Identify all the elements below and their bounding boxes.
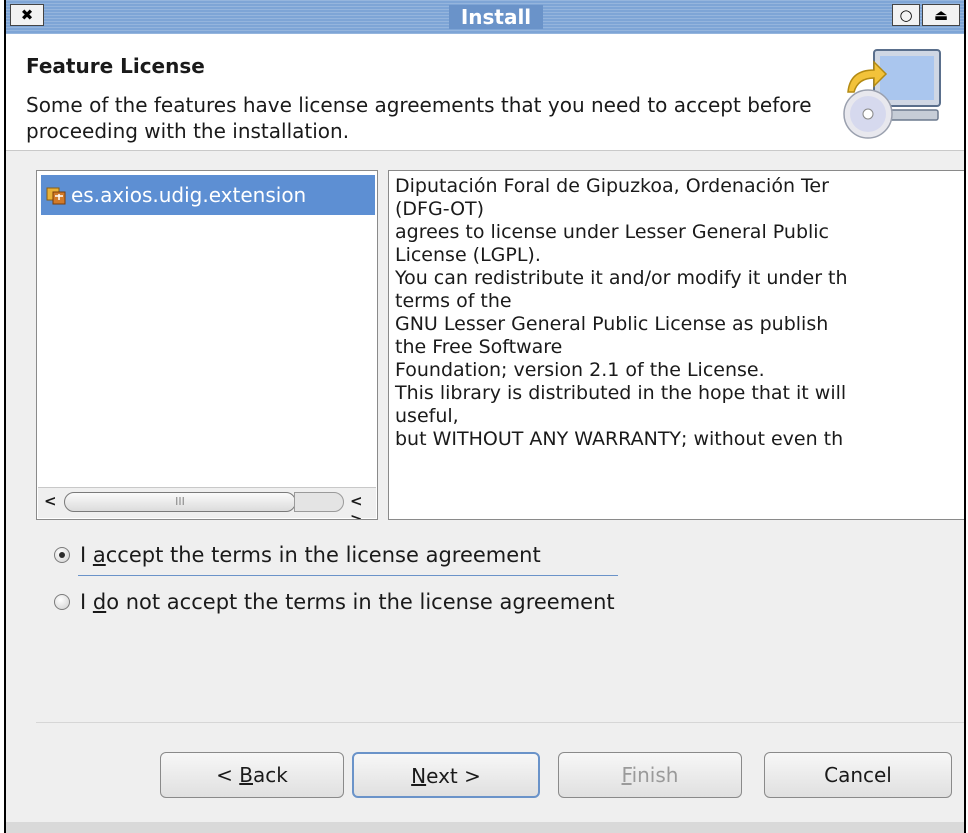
decline-license-label: I do not accept the terms in the license…	[80, 590, 615, 614]
license-line: This library is distributed in the hope …	[395, 382, 847, 404]
license-line: Diputación Foral de Gipuzkoa, Ordenación…	[395, 175, 829, 197]
focus-indicator	[78, 575, 618, 576]
back-button[interactable]: < Back	[160, 752, 344, 798]
finish-button[interactable]: Finish	[558, 752, 742, 798]
license-line: Foundation; version 2.1 of the License.	[395, 359, 765, 381]
feature-item-es-axios-udig-extension[interactable]: es.axios.udig.extension	[41, 175, 375, 215]
feature-list-hscrollbar[interactable]: < III < >	[38, 487, 376, 519]
scroll-track[interactable]	[294, 492, 344, 512]
license-line: You can redistribute it and/or modify it…	[395, 267, 848, 289]
scroll-arrows-icon[interactable]: < >	[350, 492, 376, 519]
license-line: useful,	[395, 405, 459, 427]
title-bar[interactable]: ✖ Install ○ ⏏	[6, 0, 964, 35]
close-icon: ✖	[20, 6, 34, 24]
button-bar-separator	[36, 722, 964, 723]
license-line: the Free Software	[395, 336, 563, 358]
window-title-wrap: Install	[386, 0, 606, 33]
license-line: GNU Lesser General Public License as pub…	[395, 313, 829, 335]
page-description: Some of the features have license agreem…	[26, 93, 812, 143]
license-line: agrees to license under Lesser General P…	[395, 221, 830, 243]
cancel-button[interactable]: Cancel	[764, 752, 952, 798]
window-title: Install	[448, 5, 544, 29]
close-button[interactable]: ✖	[10, 4, 44, 26]
license-text-area[interactable]: Diputación Foral de Gipuzkoa, Ordenación…	[388, 170, 964, 520]
license-line: terms of the	[395, 290, 512, 312]
wizard-header: Feature License Some of the features hav…	[6, 34, 964, 151]
radio-unchecked-icon[interactable]	[54, 594, 70, 610]
feature-list[interactable]: es.axios.udig.extension < III < >	[36, 170, 378, 520]
minimize-button[interactable]: ○	[892, 4, 920, 26]
license-line: (DFG-OT)	[395, 198, 485, 220]
install-wizard-icon	[843, 49, 941, 139]
next-button[interactable]: Next >	[352, 752, 540, 798]
license-line: but WITHOUT ANY WARRANTY; without even t…	[395, 428, 844, 450]
feature-item-label: es.axios.udig.extension	[71, 183, 307, 207]
accept-license-label: I accept the terms in the license agreem…	[80, 543, 541, 567]
scroll-left-icon[interactable]: <	[44, 492, 57, 510]
window-bottom-edge	[6, 822, 964, 833]
license-line: License (LGPL).	[395, 244, 541, 266]
maximize-icon: ⏏	[933, 6, 949, 24]
page-title: Feature License	[26, 54, 205, 78]
scroll-thumb[interactable]: III	[64, 492, 296, 512]
feature-icon	[46, 187, 66, 205]
install-dialog: ✖ Install ○ ⏏ Feature License Some of th…	[4, 0, 966, 833]
scroll-thumb-grip: III	[175, 495, 185, 508]
minimize-icon: ○	[899, 6, 913, 24]
radio-checked-icon[interactable]	[54, 547, 70, 563]
maximize-button[interactable]: ⏏	[922, 4, 960, 26]
